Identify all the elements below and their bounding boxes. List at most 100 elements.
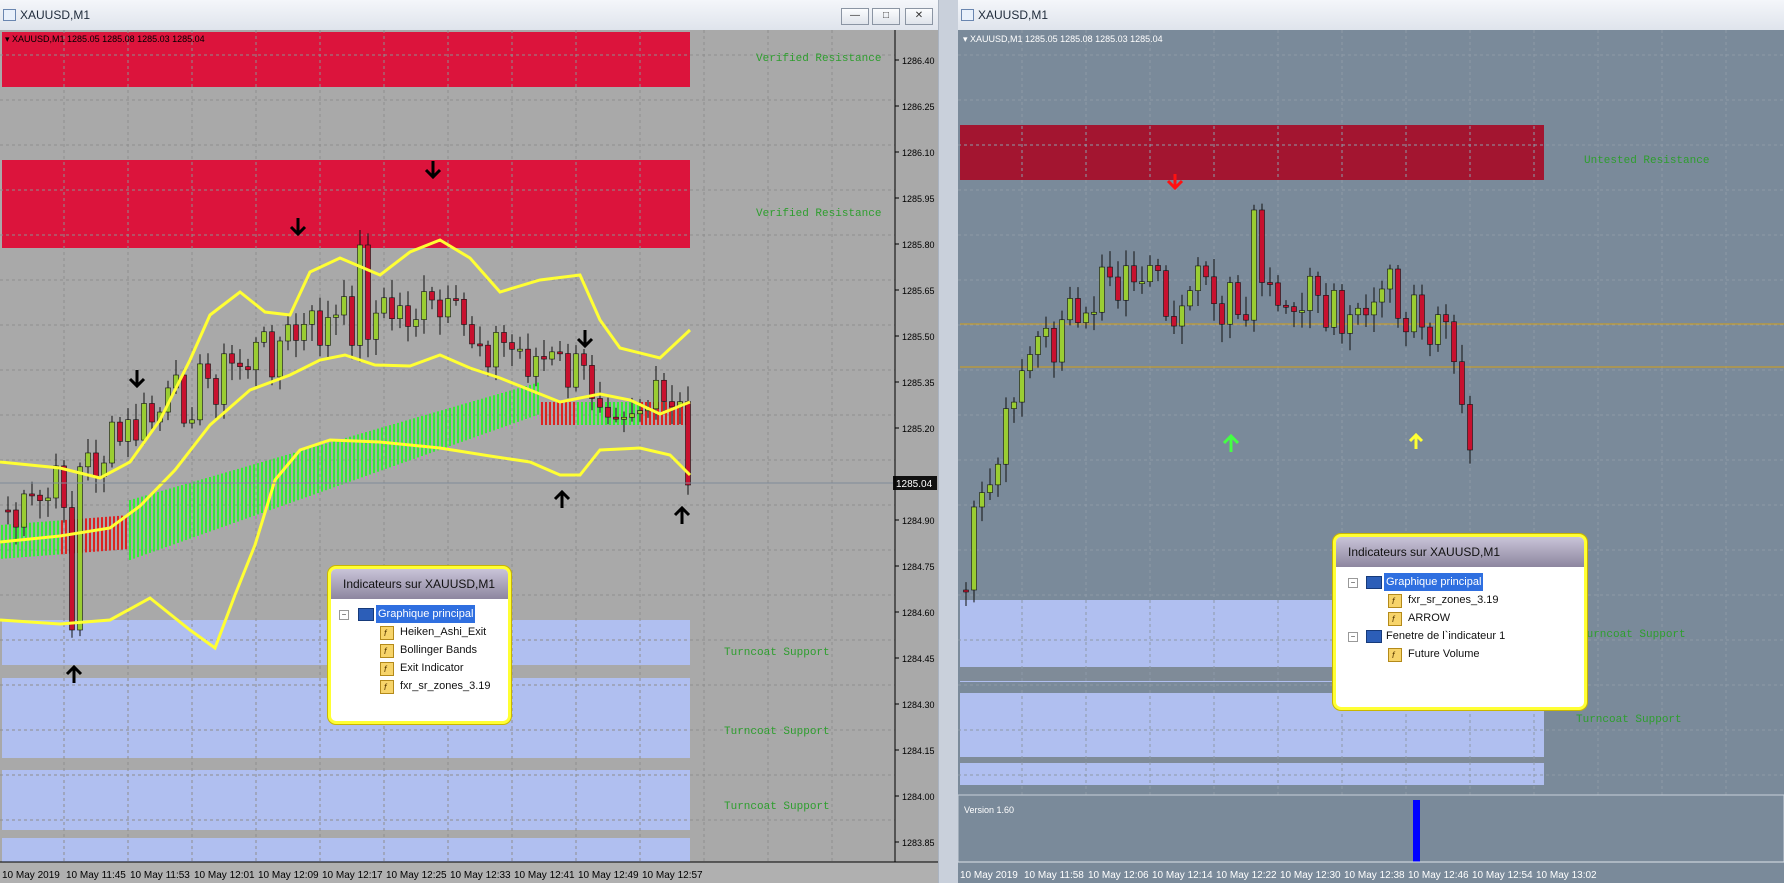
time-tick-label: 10 May 12:06 [1088,870,1149,881]
indicator-tree[interactable]: − Graphique principal Heiken_Ashi_Exit B… [331,599,508,696]
indicator-name: fxr_sr_zones_3.19 [400,680,491,692]
subwindow-node[interactable]: Fenetre de l`indicateur 1 [1386,627,1505,645]
indicator-name: Heiken_Ashi_Exit [400,626,487,638]
price-tick-label: 1285.65 [902,286,935,296]
time-tick-label: 10 May 12:38 [1344,870,1405,881]
indicator-name: Future Volume [1408,648,1480,660]
right-chart-window[interactable]: XAUUSD,M1 Untested Resistance Turncoat S… [958,0,1784,883]
time-tick-label: 10 May 12:25 [386,870,447,881]
collapse-triangle-icon: ▾ [963,34,970,44]
tree-root[interactable]: − Fenetre de l`indicateur 1 [1336,627,1584,645]
resistance-zone [2,160,690,248]
time-tick-label: 10 May 13:02 [1536,870,1597,881]
main-chart-node[interactable]: Graphique principal [376,605,476,623]
chart-window-icon [358,608,374,621]
price-tick-label: 1284.00 [902,792,935,802]
time-tick-label: 10 May 12:54 [1472,870,1533,881]
right-window-titlebar[interactable]: XAUUSD,M1 [958,0,1784,31]
resistance-zone [960,125,1544,180]
collapse-toggle-icon[interactable]: − [1348,578,1358,588]
time-tick-label: 10 May 11:58 [1024,870,1084,881]
price-tick-label: 1284.90 [902,516,935,526]
price-tick-label: 1283.85 [902,838,935,848]
main-chart-node[interactable]: Graphique principal [1384,573,1484,591]
tree-item[interactable]: ARROW [1336,609,1584,628]
chart-header: ▾ XAUUSD,M1 1285.05 1285.08 1285.03 1285… [5,34,205,44]
price-tick-label: 1284.30 [902,700,935,710]
indicator-icon [1388,592,1402,610]
zone-label: Turncoat Support [1580,629,1686,641]
price-tick-label: 1285.35 [902,378,935,388]
chart-window-icon [961,9,974,21]
time-tick-label: 10 May 12:01 [194,870,255,881]
tree-root[interactable]: − Graphique principal [331,605,508,623]
current-price-value: 1285.04 [896,479,933,490]
time-tick-label: 10 May 11:45 [66,870,126,881]
time-tick-label: 10 May 12:41 [514,870,575,881]
indicators-dialog[interactable]: Indicateurs sur XAUUSD,M1 − Graphique pr… [1333,534,1587,710]
indicator-name: fxr_sr_zones_3.19 [1408,594,1499,606]
collapse-toggle-icon[interactable]: − [339,610,349,620]
chart-window-icon [3,9,16,21]
indicators-dialog[interactable]: Indicateurs sur XAUUSD,M1 − Graphique pr… [328,566,511,724]
minimize-button[interactable]: — [841,8,869,25]
left-chart-window[interactable]: XAUUSD,M1 — □ ✕ 1285.04 Verified Resista… [0,0,938,883]
zone-label: Verified Resistance [756,208,881,220]
tree-item[interactable]: Exit Indicator [331,659,508,678]
price-tick-label: 1285.95 [902,194,935,204]
chart-header: ▾ XAUUSD,M1 1285.05 1285.08 1285.03 1285… [963,34,1163,44]
zone-label: Turncoat Support [1576,714,1682,726]
price-tick-label: 1285.50 [902,332,935,342]
tree-root[interactable]: − Graphique principal [1336,573,1584,591]
right-window-title: XAUUSD,M1 [978,8,1049,22]
tree-item[interactable]: Future Volume [1336,645,1584,664]
indicator-icon [380,678,394,696]
left-window-title: XAUUSD,M1 [20,8,91,22]
right-price-chart[interactable]: Untested Resistance Turncoat Support Tur… [958,30,1784,883]
indicator-icon [380,660,394,678]
subwindow-label: Version 1.60 [964,805,1014,815]
chart-window-icon [1366,576,1382,589]
time-axis: 10 May 2019 10 May 11:45 10 May 11:53 10 Ma… [2,870,703,881]
tree-item[interactable]: fxr_sr_zones_3.19 [331,677,508,696]
tree-item[interactable]: fxr_sr_zones_3.19 [1336,591,1584,610]
dialog-title: Indicateurs sur XAUUSD,M1 [1336,537,1584,567]
time-tick-label: 10 May 12:17 [322,870,383,881]
left-window-titlebar[interactable]: XAUUSD,M1 — □ ✕ [0,0,938,31]
time-tick-label: 10 May 12:57 [642,870,703,881]
price-tick-label: 1284.60 [902,608,935,618]
zone-gap [960,757,1544,763]
indicator-icon [1388,646,1402,664]
time-tick-label: 10 May 2019 [2,870,60,881]
price-tick-label: 1286.40 [902,56,935,66]
time-tick-label: 10 May 12:33 [450,870,511,881]
indicator-name: Exit Indicator [400,662,464,674]
support-zone [2,770,690,830]
price-tick-label: 1285.80 [902,240,935,250]
tree-item[interactable]: Heiken_Ashi_Exit [331,623,508,642]
price-tick-label: 1285.20 [902,424,935,434]
indicator-name: Bollinger Bands [400,644,478,656]
collapse-toggle-icon[interactable]: − [1348,632,1358,642]
zone-label: Verified Resistance [756,53,881,65]
price-tick-label: 1284.45 [902,654,935,664]
price-tick-label: 1284.15 [902,746,935,756]
zone-label: Untested Resistance [1584,155,1709,167]
time-tick-label: 10 May 2019 [960,870,1018,881]
price-tick-label: 1284.75 [902,562,935,572]
maximize-button[interactable]: □ [872,8,900,25]
indicator-name: ARROW [1408,612,1451,624]
time-tick-label: 10 May 12:49 [578,870,639,881]
volume-bar [1413,800,1420,862]
indicator-tree[interactable]: − Graphique principal fxr_sr_zones_3.19 … [1336,567,1584,664]
tree-item[interactable]: Bollinger Bands [331,641,508,660]
close-button[interactable]: ✕ [905,8,933,25]
window-splitter[interactable] [938,0,960,883]
chart-window-icon [1366,630,1382,643]
price-tick-label: 1286.10 [902,148,935,158]
zone-label: Turncoat Support [724,726,830,738]
indicator-subwindow[interactable] [958,794,1784,863]
left-price-chart[interactable]: 1285.04 Verified Resistance Verified Res… [0,30,938,883]
time-tick-label: 10 May 12:46 [1408,870,1469,881]
collapse-triangle-icon: ▾ [5,34,12,44]
